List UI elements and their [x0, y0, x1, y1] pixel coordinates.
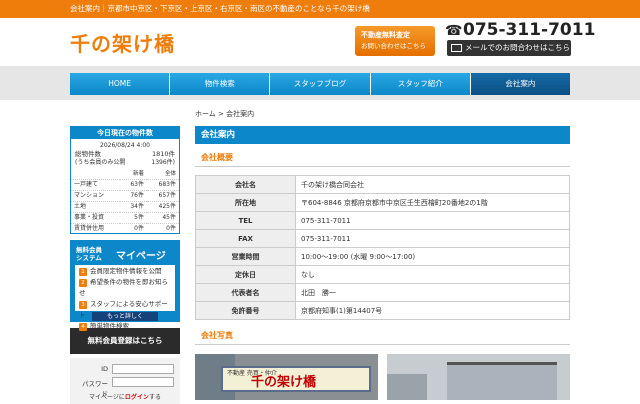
- mypage-more-button[interactable]: もっと詳しく: [92, 312, 158, 321]
- mypage-head: 無料会員 システム: [76, 246, 102, 262]
- table-row: 事業・投資 5件 45件: [71, 212, 179, 224]
- listing-count-title: 今日現在の物件数: [71, 127, 179, 139]
- phone-text: 075-311-7011: [463, 20, 596, 40]
- global-nav: HOME 物件検索 スタッフブログ スタッフ紹介 会社案内: [0, 66, 640, 100]
- phone-number: ☎075-311-7011: [445, 20, 595, 40]
- col-all: 全体: [164, 171, 176, 177]
- total-value: 1810件: [151, 150, 175, 158]
- free-assessment-button[interactable]: 不動産無料査定 お問い合わせはこちら: [355, 26, 435, 56]
- header: 千の架け橋 不動産無料査定 お問い合わせはこちら ☎075-311-7011 メ…: [0, 18, 640, 66]
- site-logo[interactable]: 千の架け橋: [70, 28, 175, 57]
- mypage-banner[interactable]: 無料会員 システム マイページ 1 会員限定物件情報を公開 2 希望条件の物件を即お知…: [70, 240, 180, 331]
- mail-contact-button[interactable]: メールでのお問合わせはこちら: [447, 40, 571, 56]
- nav-home[interactable]: HOME: [70, 73, 171, 95]
- breadcrumb-home[interactable]: ホーム: [195, 110, 216, 118]
- table-row: 会社名 千の架け橋合同会社: [195, 175, 570, 194]
- table-row: 定休日 なし: [195, 265, 570, 284]
- password-input[interactable]: [112, 377, 174, 387]
- table-row: TEL 075-311-7011: [195, 211, 570, 230]
- assess-line2: お問い合わせはこちら: [361, 42, 426, 50]
- login-box: ID パスワード マイページにログインする: [70, 358, 180, 404]
- table-row: 営業時間 10:00〜19:00 (水曜 9:00〜17:00): [195, 247, 570, 266]
- member-listings: (うち会員のみ公開 1396件): [71, 159, 179, 167]
- nav-blog[interactable]: スタッフブログ: [270, 73, 371, 95]
- table-row: 賃貸併住用 0件 0件: [71, 223, 179, 234]
- list-item: 4 簡単物件検索: [79, 321, 171, 332]
- id-label: ID: [101, 365, 108, 373]
- nav-staff[interactable]: スタッフ紹介: [370, 73, 471, 95]
- member-value: 1396件): [151, 159, 175, 166]
- mypage-features: 1 会員限定物件情報を公開 2 希望条件の物件を即お知らせ 3 スタッフによる安心サポ…: [75, 265, 175, 331]
- table-row: マンション 76件 657件: [71, 190, 179, 202]
- table-row: 一戸建て 63件 683件: [71, 179, 179, 191]
- table-row: 土地 34件 425件: [71, 201, 179, 213]
- section-photos-heading: 会社写真: [195, 329, 570, 345]
- listing-count-date: 2026/08/24 4:00: [100, 142, 150, 149]
- listing-count-table: 新着 全体 一戸建て 63件 683件 マンション 76件 657件 土地 34件 425件 …: [71, 169, 179, 234]
- table-row: 免許番号 京都府知事(1)第14407号: [195, 301, 570, 320]
- id-input[interactable]: [112, 364, 174, 374]
- building-photo: [387, 354, 570, 400]
- nav-company[interactable]: 会社案内: [470, 73, 571, 95]
- table-row: 所在地 〒604-8846 京都府京都市中京区壬生西檜町20番地2の1階: [195, 193, 570, 212]
- section-overview-heading: 会社概要: [195, 151, 570, 167]
- list-item: 1 会員限定物件情報を公開: [79, 266, 171, 277]
- phone-icon: ☎: [445, 23, 463, 39]
- main-content: ホーム > 会社案内 会社案内 会社概要 会社名 千の架け橋合同会社 所在地 〒60…: [195, 108, 570, 345]
- company-photos: 不動産 売買・仲介 千の架け橋: [195, 354, 570, 400]
- table-row: FAX 075-311-7011: [195, 229, 570, 248]
- mypage-title: マイページ: [116, 251, 166, 262]
- page-title: 会社案内: [195, 126, 570, 144]
- assess-line1: 不動産無料査定: [361, 31, 410, 39]
- col-new: 新着: [132, 171, 144, 177]
- breadcrumb-current: 会社案内: [226, 110, 255, 118]
- top-tagline: 会社案内｜京都市中京区・下京区・上京区・右京区・南区の不動産のことなら千の架け橋: [0, 0, 640, 18]
- company-info-table: 会社名 千の架け橋合同会社 所在地 〒604-8846 京都府京都市中京区壬生西檜町…: [195, 175, 570, 320]
- total-listings: 総物件数 1810件: [71, 150, 179, 159]
- table-row: 代表者名 北田 勝一: [195, 283, 570, 302]
- total-label: 総物件数: [75, 150, 101, 158]
- store-sign: 不動産 売買・仲介 千の架け橋: [221, 366, 371, 392]
- mail-icon: [451, 44, 462, 52]
- storefront-photo: 不動産 売買・仲介 千の架け橋: [195, 354, 378, 400]
- list-item: 2 希望条件の物件を即お知らせ: [79, 278, 168, 297]
- member-label: (うち会員のみ公開: [75, 159, 126, 166]
- nav-search[interactable]: 物件検索: [170, 73, 271, 95]
- breadcrumb: ホーム > 会社案内: [195, 110, 255, 118]
- listing-count-box: 今日現在の物件数 2026/08/24 4:00 総物件数 1810件 (うち会員…: [70, 126, 180, 234]
- sidebar: 今日現在の物件数 2026/08/24 4:00 総物件数 1810件 (うち会員…: [70, 126, 180, 404]
- mail-label: メールでのお問合わせはこちら: [465, 43, 570, 52]
